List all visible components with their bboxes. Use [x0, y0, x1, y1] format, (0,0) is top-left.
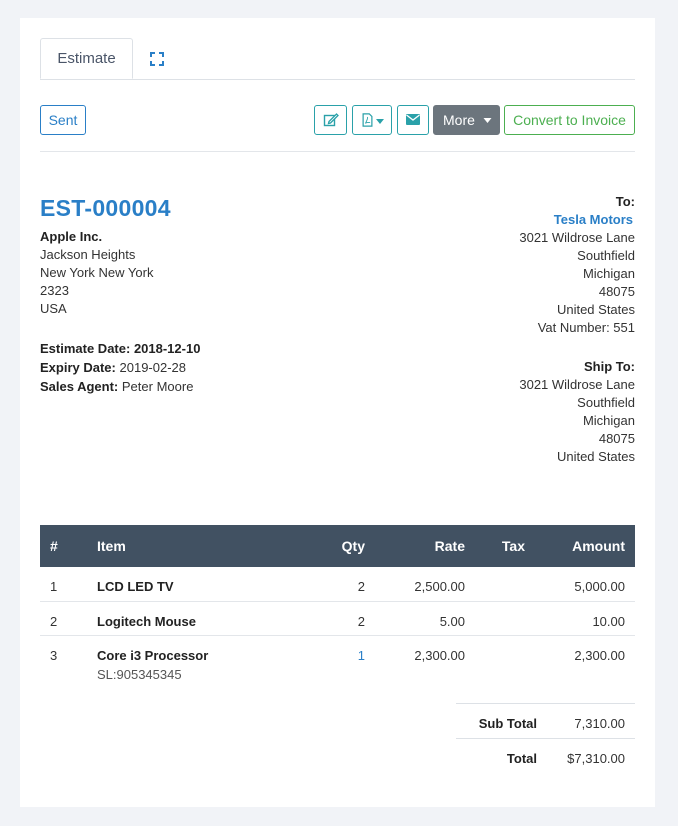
totals: Sub Total 7,310.00 Total $7,310.00 — [456, 703, 635, 773]
expand-icon[interactable] — [150, 52, 164, 66]
estimate-dates: Estimate Date: 2018-12-10 Expiry Date: 2… — [40, 339, 200, 396]
client-link[interactable]: Tesla Motors — [519, 211, 633, 229]
table-row: 2 Logitech Mouse 2 5.00 10.00 — [40, 601, 635, 636]
col-tax: Tax — [501, 538, 525, 554]
items-table: # Item Qty Rate Tax Amount 1 LCD LED TV … — [40, 525, 635, 696]
ship-line: 48075 — [598, 431, 635, 446]
item-description: SL:905345345 — [97, 666, 182, 682]
ship-to-address: Ship To: 3021 Wildrose Lane Southfield M… — [519, 358, 635, 466]
col-rate: Rate — [434, 538, 465, 554]
to-line: 3021 Wildrose Lane — [519, 230, 635, 245]
total-row: Total $7,310.00 — [456, 738, 635, 773]
tab-bar: Estimate — [40, 38, 635, 80]
item-name: Logitech Mouse — [97, 613, 196, 629]
estimate-number[interactable]: EST-000004 — [40, 195, 171, 222]
from-line: USA — [40, 301, 67, 316]
to-label: To: — [615, 194, 635, 209]
col-item: Item — [97, 538, 126, 554]
edit-button[interactable] — [314, 105, 347, 135]
caret-down-icon — [376, 119, 384, 124]
from-line: 2323 — [40, 283, 69, 298]
subtotal-row: Sub Total 7,310.00 — [456, 703, 635, 738]
col-qty: Qty — [341, 538, 365, 554]
sales-agent: Sales Agent: Peter Moore — [40, 379, 194, 394]
item-name: Core i3 Processor — [97, 647, 209, 663]
estimate-date: Estimate Date: 2018-12-10 — [40, 341, 201, 356]
ship-line: Southfield — [577, 395, 635, 410]
col-amount: Amount — [572, 538, 625, 554]
ship-line: Michigan — [582, 413, 635, 428]
email-button[interactable] — [397, 105, 429, 135]
ship-line: 3021 Wildrose Lane — [519, 377, 635, 392]
subtotal-value: 7,310.00 — [574, 716, 625, 731]
to-line: United States — [556, 302, 635, 317]
from-line: New York New York — [40, 265, 154, 280]
from-address: Apple Inc. Jackson Heights New York New … — [40, 228, 153, 318]
estimate-card: Estimate Sent More Convert to Invoice ES… — [20, 18, 655, 807]
more-dropdown-button[interactable]: More — [433, 105, 500, 135]
expiry-date: Expiry Date: 2019-02-28 — [40, 360, 186, 375]
tab-estimate[interactable]: Estimate — [40, 38, 133, 79]
table-header: # Item Qty Rate Tax Amount — [40, 525, 635, 567]
divider — [40, 151, 635, 152]
from-company: Apple Inc. — [40, 229, 103, 244]
table-row: 3 Core i3 Processor SL:905345345 1 2,300… — [50, 647, 625, 682]
sent-button[interactable]: Sent — [40, 105, 86, 135]
pdf-dropdown-button[interactable] — [352, 105, 392, 135]
to-line: Michigan — [582, 266, 635, 281]
col-num: # — [50, 538, 58, 554]
from-line: Jackson Heights — [40, 247, 136, 262]
ship-to-label: Ship To: — [583, 359, 635, 374]
vat-number: Vat Number: 551 — [537, 320, 635, 335]
table-row: 1 LCD LED TV 2 2,500.00 5,000.00 — [40, 567, 635, 602]
ship-line: United States — [556, 449, 635, 464]
caret-down-icon — [483, 118, 492, 123]
to-line: 48075 — [598, 284, 635, 299]
subtotal-label: Sub Total — [478, 716, 537, 731]
to-line: Southfield — [577, 248, 635, 263]
more-label: More — [443, 112, 475, 128]
edit-icon — [323, 113, 339, 127]
pdf-file-icon — [362, 113, 373, 127]
total-value: $7,310.00 — [567, 751, 625, 766]
bill-to-address: To: Tesla Motors 3021 Wildrose Lane Sout… — [519, 193, 635, 337]
item-name: LCD LED TV — [97, 579, 174, 594]
total-label: Total — [506, 751, 537, 766]
convert-to-invoice-button[interactable]: Convert to Invoice — [504, 105, 635, 135]
envelope-icon — [406, 114, 420, 125]
